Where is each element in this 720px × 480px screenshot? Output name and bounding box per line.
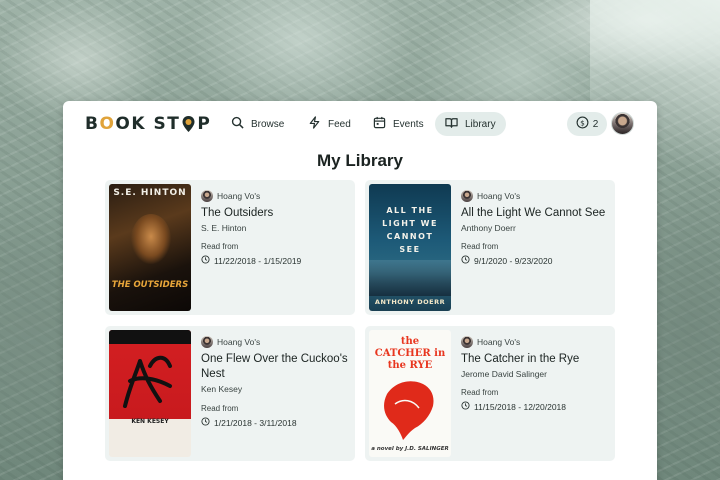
user-avatar[interactable] <box>611 112 634 135</box>
cover-hands-art <box>123 355 172 408</box>
owner-name: Hoang Vo's <box>217 337 261 347</box>
top-nav: B O OK ST P Browse Feed Events Library $ 2 <box>63 101 657 147</box>
cover-author-text: ANTHONY DOERR <box>374 298 446 306</box>
nav-events-label: Events <box>393 118 424 130</box>
coin-balance[interactable]: $ 2 <box>567 112 607 136</box>
owner-tag: Hoang Vo's <box>461 190 520 202</box>
book-author: Jerome David Salinger <box>461 369 547 379</box>
svg-text:$: $ <box>580 118 585 127</box>
read-dates: 11/15/2018 - 12/20/2018 <box>461 401 566 412</box>
owner-name: Hoang Vo's <box>477 337 521 347</box>
clock-icon <box>201 255 210 266</box>
calendar-icon <box>373 116 386 132</box>
nav-feed[interactable]: Feed <box>298 112 361 136</box>
owner-avatar <box>461 190 473 202</box>
cover-author-text: KEN KESEY <box>131 418 169 425</box>
logo-text-p: P <box>197 114 212 134</box>
read-from-label: Read from <box>201 242 239 251</box>
nav-library-label: Library <box>465 118 496 130</box>
cover-top-band <box>109 330 191 344</box>
app-panel: B O OK ST P Browse Feed Events Library $ 2… <box>63 101 657 480</box>
owner-avatar <box>201 336 213 348</box>
nav-browse[interactable]: Browse <box>221 112 294 136</box>
owner-tag: Hoang Vo's <box>201 336 260 348</box>
book-cover-image: S.E. HINTON THE OUTSIDERS <box>109 184 191 311</box>
book-cover-image: the CATCHER in the RYE a novel by J.D. S… <box>369 330 451 457</box>
cover-title-text: ALL THE LIGHT WE CANNOT SEE <box>382 206 438 254</box>
read-dates-text: 1/21/2018 - 3/11/2018 <box>214 417 297 428</box>
clock-icon <box>201 417 210 428</box>
nav-browse-label: Browse <box>251 118 285 130</box>
search-icon <box>231 116 244 132</box>
dollar-coin-icon: $ <box>576 116 589 132</box>
read-from-label: Read from <box>201 404 239 413</box>
nav-library[interactable]: Library <box>435 112 506 136</box>
read-dates-text: 9/1/2020 - 9/23/2020 <box>474 255 553 266</box>
book-card[interactable]: the CATCHER in the RYE a novel by J.D. S… <box>365 326 615 461</box>
read-from-label: Read from <box>461 242 499 251</box>
owner-name: Hoang Vo's <box>477 191 521 201</box>
book-cover-image: KEN KESEY <box>109 330 191 457</box>
book-title[interactable]: All the Light We Cannot See <box>461 206 611 221</box>
cover-author-text: S.E. HINTON <box>113 188 187 198</box>
cover-horse-art <box>384 381 434 440</box>
logo[interactable]: B O OK ST P <box>85 113 211 135</box>
read-from-label: Read from <box>461 388 499 397</box>
owner-avatar <box>461 336 473 348</box>
nav-events[interactable]: Events <box>363 112 434 136</box>
cover-portrait <box>131 214 171 264</box>
book-card[interactable]: KEN KESEY Hoang Vo's One Flew Over the C… <box>105 326 355 461</box>
read-dates: 11/22/2018 - 1/15/2019 <box>201 255 301 266</box>
book-title[interactable]: The Outsiders <box>201 206 351 221</box>
map-pin-icon <box>181 115 196 133</box>
cover-author-text: a novel by J.D. SALINGER <box>371 446 449 452</box>
read-dates-text: 11/22/2018 - 1/15/2019 <box>214 255 302 266</box>
owner-name: Hoang Vo's <box>217 191 261 201</box>
book-card[interactable]: ALL THE LIGHT WE CANNOT SEE ANTHONY DOER… <box>365 180 615 315</box>
owner-tag: Hoang Vo's <box>201 190 260 202</box>
page-title: My Library <box>317 151 403 170</box>
book-title[interactable]: One Flew Over the Cuckoo's Nest <box>201 352 351 382</box>
coin-count: 2 <box>592 118 599 130</box>
book-cover-image: ALL THE LIGHT WE CANNOT SEE ANTHONY DOER… <box>369 184 451 311</box>
book-author: Anthony Doerr <box>461 223 516 233</box>
book-author: S. E. Hinton <box>201 223 247 233</box>
read-dates: 1/21/2018 - 3/11/2018 <box>201 417 297 428</box>
read-dates-text: 11/15/2018 - 12/20/2018 <box>474 401 567 412</box>
clock-icon <box>461 255 470 266</box>
read-dates: 9/1/2020 - 9/23/2020 <box>461 255 552 266</box>
book-title[interactable]: The Catcher in the Rye <box>461 352 611 367</box>
logo-text-b: B <box>85 114 100 134</box>
logo-text-o: O <box>99 114 116 134</box>
owner-avatar <box>201 190 213 202</box>
logo-text-middle: OK ST <box>115 114 181 134</box>
lightning-icon <box>308 116 321 132</box>
nav-feed-label: Feed <box>328 118 351 130</box>
cover-title-text: THE OUTSIDERS <box>111 280 189 290</box>
book-open-icon <box>445 116 458 132</box>
cover-city-skyline <box>369 260 451 296</box>
book-author: Ken Kesey <box>201 384 243 394</box>
book-card[interactable]: S.E. HINTON THE OUTSIDERS Hoang Vo's The… <box>105 180 355 315</box>
clock-icon <box>461 401 470 412</box>
owner-tag: Hoang Vo's <box>461 336 520 348</box>
